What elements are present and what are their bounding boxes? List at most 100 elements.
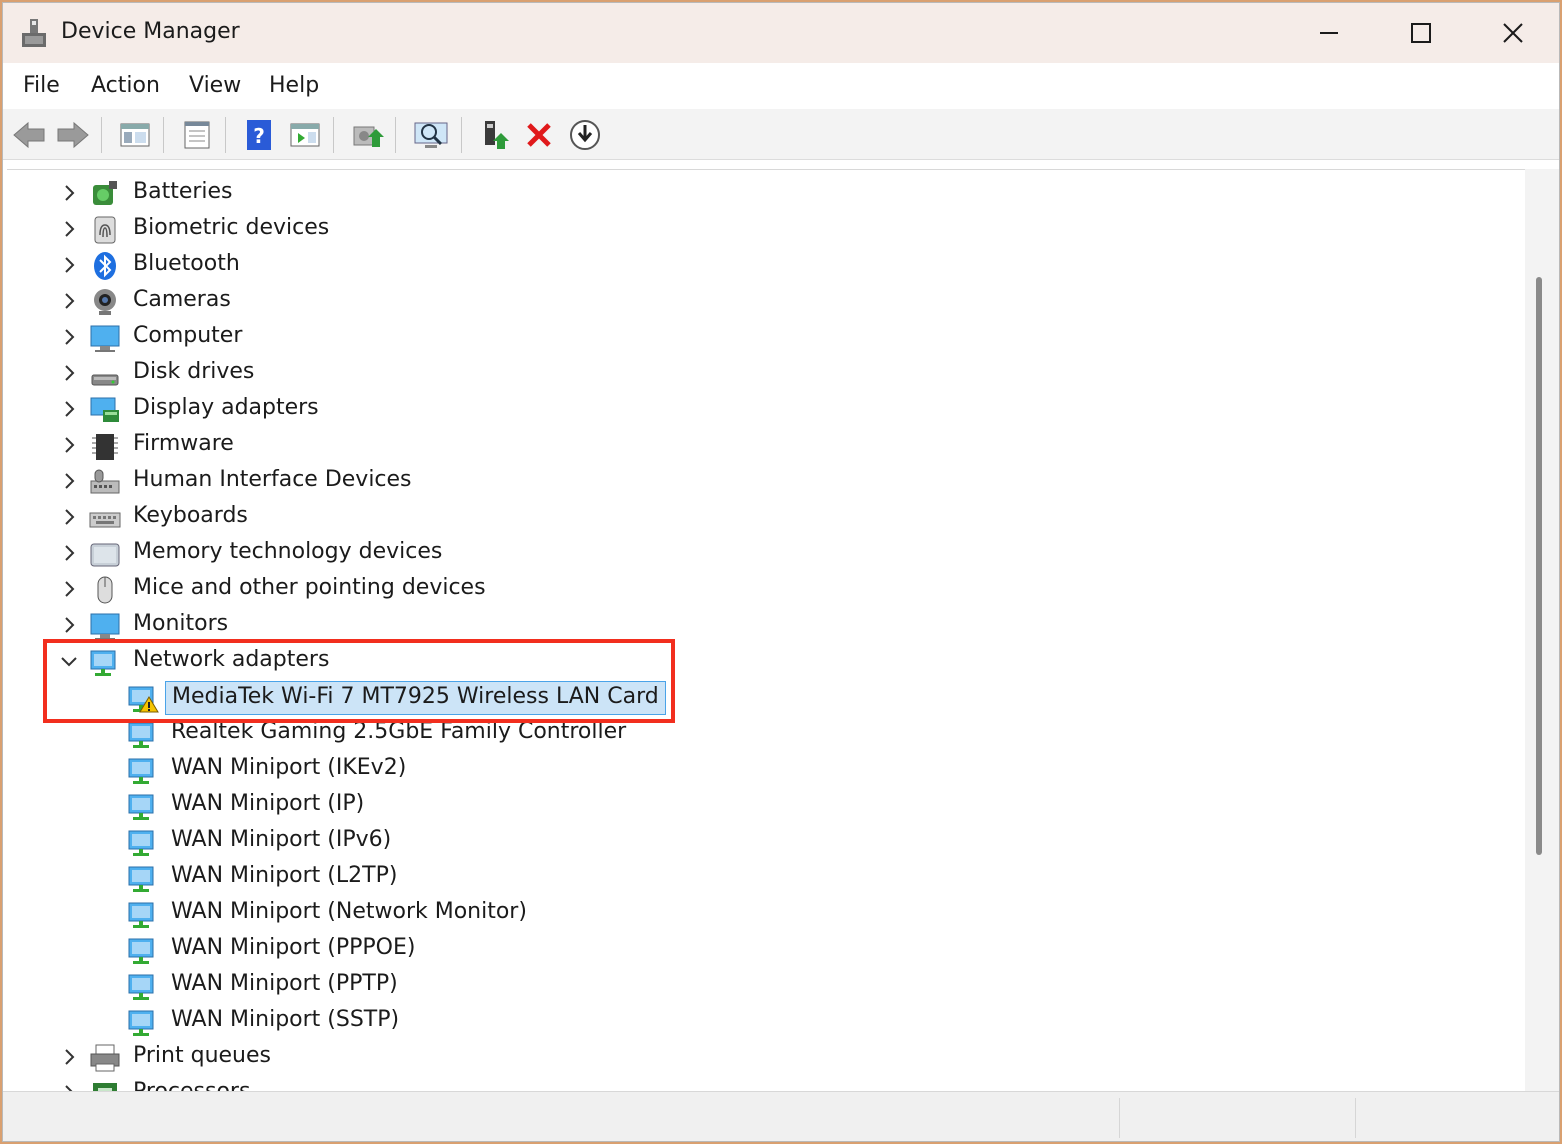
firmware-icon xyxy=(89,431,121,461)
download-driver-icon xyxy=(570,120,600,150)
chevron-right-icon[interactable] xyxy=(57,469,81,493)
chevron-right-icon[interactable] xyxy=(57,181,81,205)
network-adapter-item[interactable]: WAN Miniport (Network Monitor) xyxy=(7,895,1507,931)
status-divider xyxy=(1355,1098,1356,1138)
network-adapter-icon xyxy=(127,971,159,1001)
chevron-right-icon[interactable] xyxy=(57,325,81,349)
uninstall-device-icon xyxy=(527,123,551,147)
device-label: WAN Miniport (SSTP) xyxy=(171,1007,400,1032)
chevron-right-icon[interactable] xyxy=(57,577,81,601)
tree-category[interactable]: Processors xyxy=(7,1075,1507,1092)
scrollbar-thumb[interactable] xyxy=(1536,277,1542,855)
menu-action[interactable]: Action xyxy=(91,73,160,98)
mouse-icon xyxy=(89,575,121,605)
device-label: WAN Miniport (PPPOE) xyxy=(171,935,416,960)
chevron-right-icon[interactable] xyxy=(57,397,81,421)
forward-button[interactable] xyxy=(55,117,91,153)
title-bar: Device Manager xyxy=(3,3,1559,63)
network-adapter-item[interactable]: WAN Miniport (L2TP) xyxy=(7,859,1507,895)
close-icon xyxy=(1503,23,1523,43)
toolbar-separator xyxy=(101,117,102,153)
help-icon: ? xyxy=(247,120,271,150)
back-icon xyxy=(13,121,45,149)
window-title: Device Manager xyxy=(61,19,240,44)
tree-category[interactable]: Bluetooth xyxy=(7,247,1507,283)
highlight-box xyxy=(43,639,675,723)
maximize-button[interactable] xyxy=(1375,3,1467,63)
category-label: Keyboards xyxy=(133,503,248,528)
scan-hardware-button[interactable] xyxy=(413,117,449,153)
network-adapter-icon xyxy=(127,899,159,929)
chevron-right-icon[interactable] xyxy=(57,361,81,385)
network-adapter-item[interactable]: WAN Miniport (PPTP) xyxy=(7,967,1507,1003)
network-adapter-item[interactable]: WAN Miniport (IP) xyxy=(7,787,1507,823)
tree-category[interactable]: Cameras xyxy=(7,283,1507,319)
category-label: Human Interface Devices xyxy=(133,467,412,492)
network-adapter-item[interactable]: WAN Miniport (IKEv2) xyxy=(7,751,1507,787)
minimize-icon xyxy=(1320,32,1338,34)
tree-category[interactable]: Display adapters xyxy=(7,391,1507,427)
category-label: Batteries xyxy=(133,179,233,204)
download-driver-button[interactable] xyxy=(567,117,603,153)
chevron-right-icon[interactable] xyxy=(57,541,81,565)
chevron-right-icon[interactable] xyxy=(57,253,81,277)
tree-category[interactable]: Human Interface Devices xyxy=(7,463,1507,499)
chevron-right-icon[interactable] xyxy=(57,1045,81,1069)
properties-icon xyxy=(184,121,210,149)
network-adapter-icon xyxy=(127,863,159,893)
device-manager-window: Device Manager File Action View Help ? B… xyxy=(2,2,1560,1142)
close-button[interactable] xyxy=(1467,3,1559,63)
uninstall-device-button[interactable] xyxy=(521,117,557,153)
enable-device-button[interactable] xyxy=(477,117,513,153)
menu-file[interactable]: File xyxy=(23,73,60,98)
menu-view[interactable]: View xyxy=(189,73,241,98)
category-label: Firmware xyxy=(133,431,234,456)
tree-category[interactable]: Print queues xyxy=(7,1039,1507,1075)
bluetooth-icon xyxy=(89,251,121,281)
chevron-right-icon[interactable] xyxy=(57,613,81,637)
tree-category[interactable]: Computer xyxy=(7,319,1507,355)
monitor-icon xyxy=(89,611,121,641)
device-label: WAN Miniport (IKEv2) xyxy=(171,755,407,780)
minimize-button[interactable] xyxy=(1283,3,1375,63)
chevron-right-icon[interactable] xyxy=(57,433,81,457)
chevron-right-icon[interactable] xyxy=(57,217,81,241)
vertical-scrollbar[interactable] xyxy=(1525,169,1559,1091)
network-adapter-item[interactable]: WAN Miniport (IPv6) xyxy=(7,823,1507,859)
show-hide-console-tree-icon xyxy=(120,123,150,147)
device-tree: Batteries Biometric devices Bluetooth Camer… xyxy=(7,169,1527,1092)
toolbar-separator xyxy=(395,117,396,153)
memory-icon xyxy=(89,539,121,569)
category-label: Print queues xyxy=(133,1043,271,1068)
tree-category[interactable]: Disk drives xyxy=(7,355,1507,391)
printer-icon xyxy=(89,1043,121,1073)
chevron-right-icon[interactable] xyxy=(57,289,81,313)
menu-help[interactable]: Help xyxy=(269,73,319,98)
show-hide-console-tree-button[interactable] xyxy=(117,117,153,153)
network-adapter-icon xyxy=(127,935,159,965)
chevron-right-icon[interactable] xyxy=(57,505,81,529)
tree-category[interactable]: Batteries xyxy=(7,175,1507,211)
toolbar: ? xyxy=(3,109,1559,160)
status-divider xyxy=(1119,1098,1120,1138)
display-adapter-icon xyxy=(89,395,121,425)
status-bar xyxy=(3,1091,1559,1141)
tree-category[interactable]: Memory technology devices xyxy=(7,535,1507,571)
toolbar-separator xyxy=(461,117,462,153)
tree-category[interactable]: Keyboards xyxy=(7,499,1507,535)
help-button[interactable]: ? xyxy=(241,117,277,153)
device-label: WAN Miniport (L2TP) xyxy=(171,863,398,888)
network-adapter-item[interactable]: WAN Miniport (SSTP) xyxy=(7,1003,1507,1039)
tree-category[interactable]: Mice and other pointing devices xyxy=(7,571,1507,607)
tree-category[interactable]: Firmware xyxy=(7,427,1507,463)
back-button[interactable] xyxy=(11,117,47,153)
update-driver-button[interactable] xyxy=(349,117,385,153)
tree-category[interactable]: Monitors xyxy=(7,607,1507,643)
network-adapter-icon xyxy=(127,1007,159,1037)
device-label: WAN Miniport (IPv6) xyxy=(171,827,392,852)
tree-category[interactable]: Biometric devices xyxy=(7,211,1507,247)
action-pane-button[interactable] xyxy=(287,117,323,153)
network-adapter-item[interactable]: WAN Miniport (PPPOE) xyxy=(7,931,1507,967)
properties-button[interactable] xyxy=(179,117,215,153)
hid-icon xyxy=(89,467,121,497)
